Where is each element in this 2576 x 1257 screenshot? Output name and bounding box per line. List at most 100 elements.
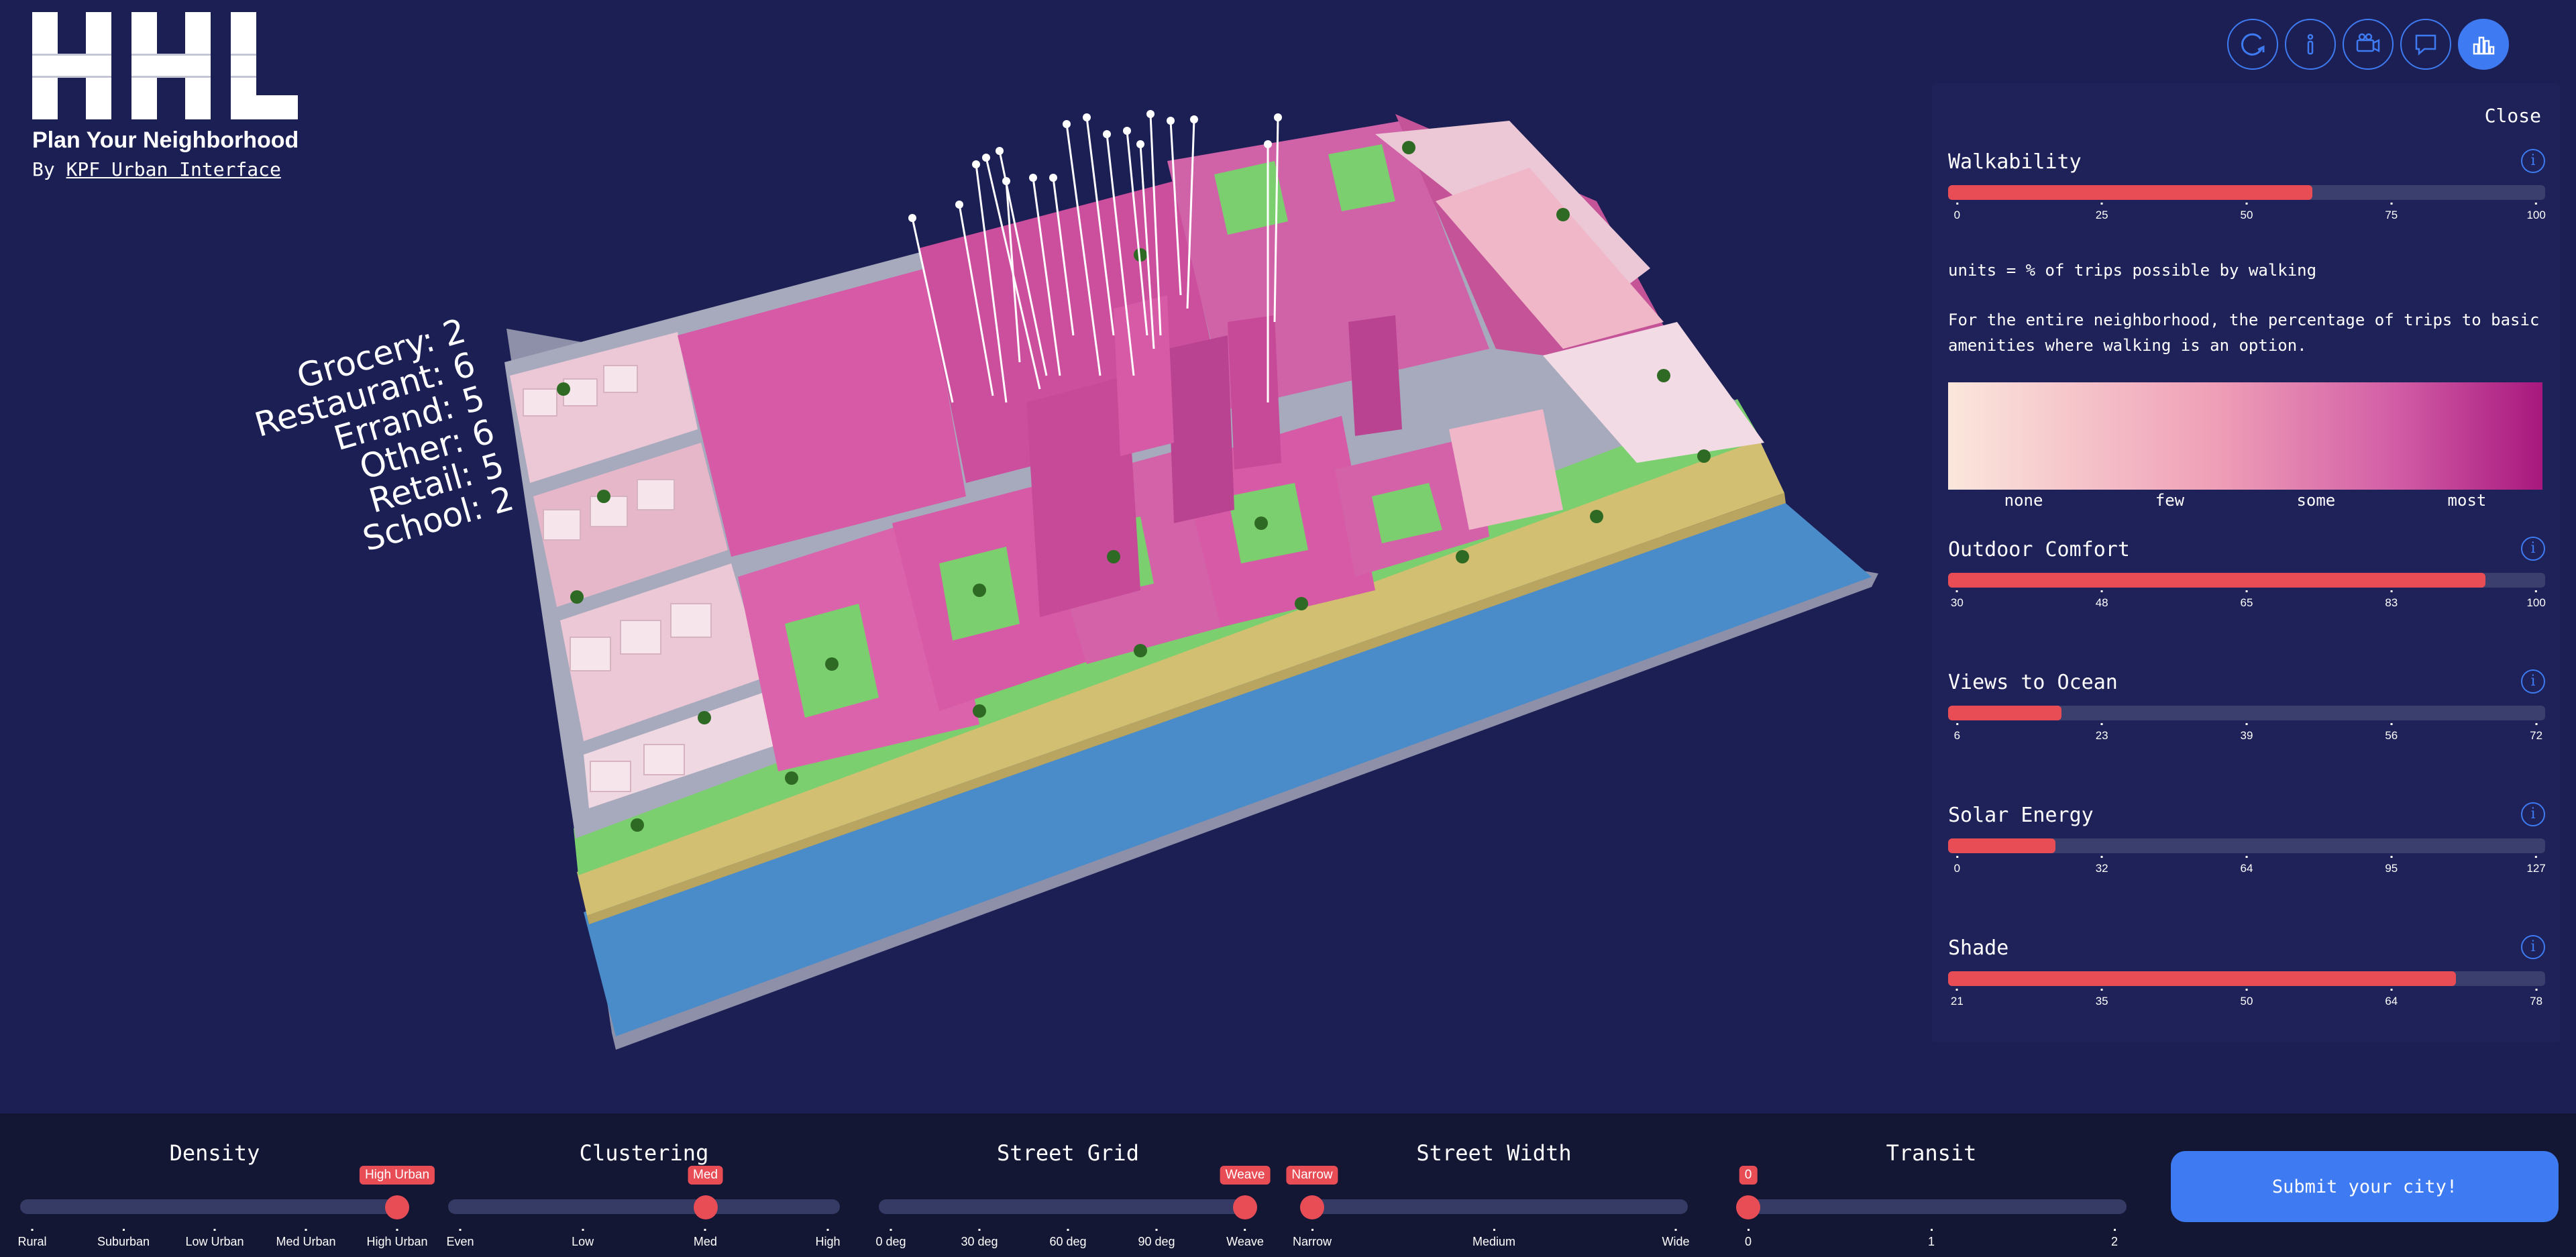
- slider-tick-label: 60 deg: [1049, 1229, 1086, 1249]
- slider-tick-label: Low Urban: [185, 1229, 244, 1249]
- metric-title: Solar Energy: [1948, 804, 2094, 827]
- control-title: Clustering: [579, 1140, 709, 1166]
- slider-handle[interactable]: [1736, 1195, 1760, 1219]
- slider-tick-label: 2: [2111, 1229, 2118, 1249]
- metric-shade: Shade i 21 35 50 64 78: [1948, 934, 2545, 1013]
- metric-fill: [1948, 971, 2456, 986]
- slider-tick-label: 1: [1928, 1229, 1935, 1249]
- info-icon[interactable]: i: [2521, 537, 2545, 561]
- tick-label: 0: [1954, 203, 1960, 222]
- control-title: Street Width: [1416, 1140, 1572, 1166]
- tick-label: 127: [2526, 856, 2545, 875]
- street-grid-control: Street Grid 0 deg 30 deg 60 deg 90 deg Weave…: [875, 1113, 1271, 1257]
- walkability-legend: [1948, 382, 2542, 490]
- tick-label: 30: [1951, 590, 1964, 610]
- tick-label: 6: [1954, 723, 1960, 743]
- chat-icon[interactable]: [2400, 19, 2451, 70]
- tick-label: 78: [2530, 989, 2542, 1008]
- metric-description: For the entire neighborhood, the percent…: [1948, 311, 2540, 355]
- camera-icon[interactable]: [2343, 19, 2394, 70]
- slider-tick-label: Med Urban: [276, 1229, 335, 1249]
- control-title: Street Grid: [997, 1140, 1139, 1166]
- tick-label: 39: [2241, 723, 2253, 743]
- slider-handle[interactable]: [693, 1195, 718, 1219]
- refresh-icon[interactable]: [2227, 19, 2278, 70]
- metric-title: Outdoor Comfort: [1948, 538, 2130, 561]
- metric-title: Views to Ocean: [1948, 671, 2118, 694]
- tick-label: 95: [2385, 856, 2398, 875]
- legend-labels: none few some most: [1948, 491, 2542, 510]
- metric-bar: [1948, 971, 2545, 986]
- slider-track[interactable]: [20, 1199, 409, 1214]
- tick-label: 72: [2530, 723, 2542, 743]
- slider-tick-label: High Urban: [366, 1229, 427, 1249]
- slider-tick-label: Suburban: [97, 1229, 150, 1249]
- tick-label: 23: [2096, 723, 2108, 743]
- slider-track[interactable]: [879, 1199, 1257, 1214]
- close-button[interactable]: Close: [2485, 105, 2541, 127]
- units-text: units = % of trips possible by walking: [1948, 261, 2317, 280]
- metric-fill: [1948, 573, 2485, 588]
- tick-label: 83: [2385, 590, 2398, 610]
- tick-label: 64: [2241, 856, 2253, 875]
- tick-label: 50: [2241, 989, 2253, 1008]
- city-3d-view[interactable]: [0, 0, 1919, 1113]
- transit-control: Transit 0 1 2 0: [1736, 1113, 2127, 1257]
- tick-label: 0: [1954, 856, 1960, 875]
- tick-label: 21: [1951, 989, 1964, 1008]
- slider-tick-label: Med: [694, 1229, 717, 1249]
- info-icon[interactable]: i: [2521, 935, 2545, 959]
- metric-bar: [1948, 573, 2545, 588]
- slider-handle[interactable]: [385, 1195, 409, 1219]
- slider-tick-label: Low: [572, 1229, 594, 1249]
- metric-title: Walkability: [1948, 150, 2082, 174]
- metric-ticks: 0 25 50 75 100: [1948, 203, 2546, 227]
- legend-label-none: none: [2004, 491, 2043, 510]
- slider-track[interactable]: [1300, 1199, 1688, 1214]
- slider-tick-label: Rural: [17, 1229, 46, 1249]
- slider-value-badge: Weave: [1220, 1166, 1271, 1185]
- tick-label: 32: [2096, 856, 2108, 875]
- tick-label: 35: [2096, 989, 2108, 1008]
- submit-city-button[interactable]: Submit your city!: [2171, 1151, 2559, 1222]
- slider-tick-label: Weave: [1226, 1229, 1264, 1249]
- slider-value-badge: Med: [688, 1166, 723, 1185]
- tick-label: 56: [2385, 723, 2398, 743]
- slider-track[interactable]: [1736, 1199, 2127, 1214]
- info-icon[interactable]: i: [2521, 149, 2545, 173]
- slider-tick-label: 0: [1745, 1229, 1752, 1249]
- slider-tick-label: 30 deg: [961, 1229, 998, 1249]
- slider-tick-label: 90 deg: [1138, 1229, 1175, 1249]
- tick-label: 65: [2241, 590, 2253, 610]
- slider-tick-label: Narrow: [1293, 1229, 1332, 1249]
- metric-fill: [1948, 706, 2062, 720]
- metrics-panel: Close Walkability i 0 25 50 75 100 units = % …: [1932, 83, 2560, 1042]
- info-icon[interactable]: [2285, 19, 2336, 70]
- info-icon[interactable]: i: [2521, 802, 2545, 826]
- metric-ticks: 0 32 64 95 127: [1948, 856, 2546, 880]
- legend-label-most: most: [2447, 491, 2487, 510]
- density-control: Density Rural Suburban Low Urban Med Urban H…: [17, 1113, 435, 1257]
- legend-label-few: few: [2155, 491, 2185, 510]
- slider-tick-label: Medium: [1472, 1229, 1515, 1249]
- slider-value-badge: 0: [1739, 1166, 1758, 1185]
- slider-value-badge: Narrow: [1286, 1166, 1338, 1185]
- info-icon[interactable]: i: [2521, 669, 2545, 694]
- slider-tick-label: Wide: [1662, 1229, 1689, 1249]
- metric-outdoor-comfort: Outdoor Comfort i 30 48 65 83 100: [1948, 535, 2546, 614]
- metric-bar: [1948, 706, 2545, 720]
- slider-tick-label: Even: [446, 1229, 474, 1249]
- tick-label: 48: [2096, 590, 2108, 610]
- slider-handle[interactable]: [1233, 1195, 1257, 1219]
- slider-track[interactable]: [448, 1199, 840, 1214]
- metric-bar: [1948, 185, 2545, 200]
- tick-label: 64: [2385, 989, 2398, 1008]
- bar-chart-icon[interactable]: [2458, 19, 2509, 70]
- tick-label: 100: [2526, 590, 2545, 610]
- legend-label-some: some: [2296, 491, 2336, 510]
- tick-label: 75: [2385, 203, 2398, 222]
- clustering-control: Clustering Even Low Med High Med: [446, 1113, 840, 1257]
- metric-title: Shade: [1948, 936, 2009, 960]
- control-title: Density: [169, 1140, 260, 1166]
- slider-handle[interactable]: [1300, 1195, 1324, 1219]
